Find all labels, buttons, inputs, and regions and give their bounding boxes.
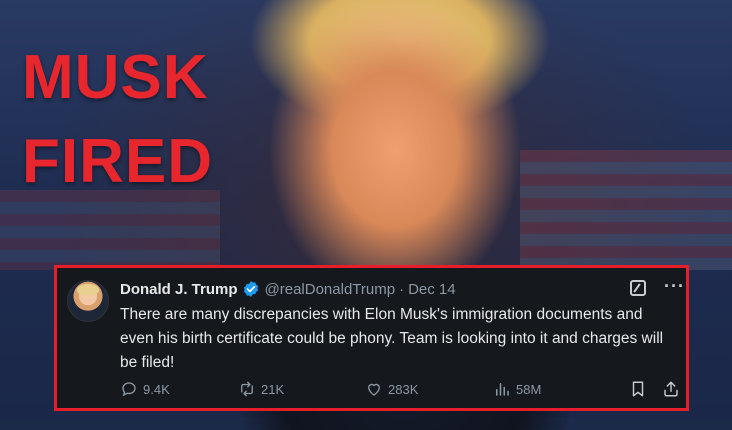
tweet-header: Donald J. Trump @realDonaldTrump · Dec 1… — [120, 278, 456, 300]
separator-dot: · — [399, 280, 405, 298]
repost-count: 21K — [261, 381, 285, 397]
share-icon — [664, 381, 678, 397]
author-handle[interactable]: @realDonaldTrump — [265, 281, 396, 298]
more-icon[interactable]: ··· — [664, 276, 685, 297]
tweet-card[interactable]: Donald J. Trump @realDonaldTrump · Dec 1… — [54, 265, 689, 411]
author-name[interactable]: Donald J. Trump — [120, 281, 238, 298]
tweet-actions: 9.4K 21K 283K 58M — [120, 380, 680, 402]
headline-line-1: MUSK — [22, 43, 209, 112]
views-icon — [496, 383, 509, 396]
bookmark-button[interactable] — [629, 380, 652, 398]
verified-badge-icon — [243, 281, 258, 297]
avatar-hair — [77, 284, 99, 295]
views-button[interactable]: 58M — [493, 380, 541, 398]
grok-icon[interactable] — [630, 280, 646, 296]
headline-line-2: FIRED — [22, 127, 213, 196]
bookmark-icon — [632, 381, 644, 397]
headline: MUSK FIRED — [22, 36, 213, 204]
like-icon — [368, 383, 380, 396]
reply-button[interactable]: 9.4K — [120, 380, 170, 398]
like-button[interactable]: 283K — [365, 380, 418, 398]
reply-count: 9.4K — [143, 381, 170, 397]
tweet-text: There are many discrepancies with Elon M… — [120, 306, 664, 371]
views-count: 58M — [516, 381, 542, 397]
share-button[interactable] — [662, 380, 685, 398]
repost-button[interactable]: 21K — [238, 380, 284, 398]
reply-icon — [122, 382, 136, 397]
repost-icon — [241, 381, 253, 397]
tweet-date[interactable]: Dec 14 — [408, 281, 456, 298]
like-count: 283K — [388, 381, 419, 397]
avatar[interactable] — [67, 280, 109, 322]
